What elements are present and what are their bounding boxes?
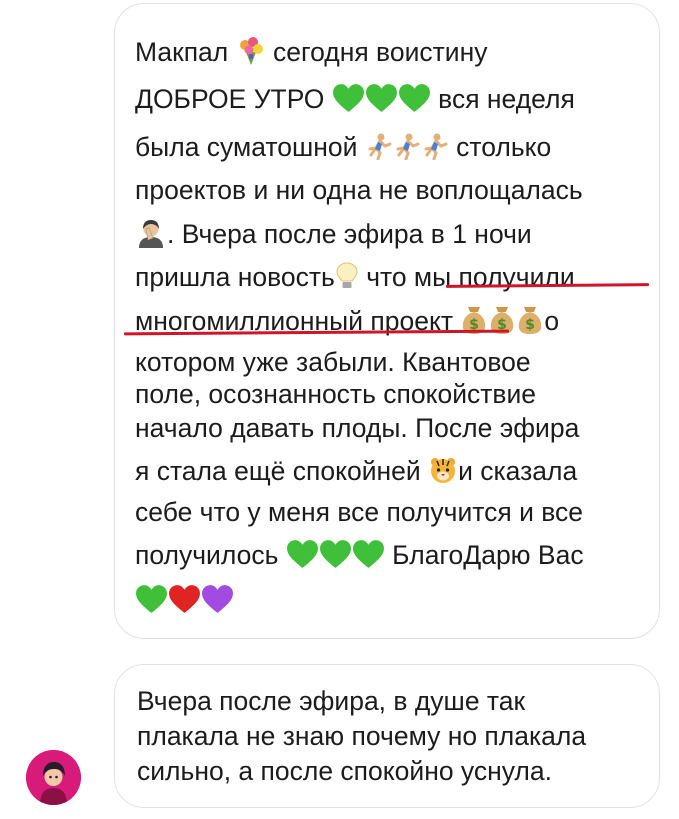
- message-text: вся неделя: [438, 84, 575, 114]
- purple-heart-icon: [201, 584, 234, 614]
- green-heart-icon: [319, 539, 352, 569]
- red-heart-icon: [168, 584, 201, 614]
- message-line: я стала ещё спокойней и сказала: [135, 455, 577, 488]
- message-text: сегодня воистину: [273, 37, 488, 67]
- runner-icon: [421, 132, 449, 160]
- message-text: была суматошной: [135, 132, 358, 162]
- message-text: . Вчера после эфира в 1 ночи: [167, 219, 532, 249]
- message-text: ДОБРОЕ УТРО: [135, 84, 325, 114]
- message-text: себе что у меня все получится и все: [135, 497, 584, 527]
- tiger-icon: [428, 455, 458, 485]
- message-text: начало давать плоды. После эфира: [135, 413, 580, 443]
- message-text: получилось: [135, 540, 279, 570]
- message-line: плакала не знаю почему но плакала: [137, 720, 586, 752]
- message-text: о: [544, 306, 560, 336]
- message-bubble-1[interactable]: Макпал сегодня воистину ДОБРОЕ УТРО вся …: [114, 3, 660, 639]
- message-line: . Вчера после эфира в 1 ночи: [135, 218, 532, 251]
- message-text: столько: [456, 132, 552, 162]
- message-text: и сказала: [458, 456, 578, 486]
- green-heart-icon: [286, 539, 319, 569]
- green-heart-icon: [398, 83, 431, 113]
- message-bubble-2[interactable]: Вчера после эфира, в душе так плакала не…: [114, 664, 660, 808]
- message-text: плакала не знаю почему но плакала: [137, 721, 587, 751]
- message-line: поле, осознанность спокойствие: [135, 378, 536, 410]
- green-heart-icon: [365, 83, 398, 113]
- message-text: Вчера после эфира, в душе так: [137, 686, 526, 716]
- facepalm-icon: [135, 218, 167, 248]
- message-line: пришла новость что мы получили: [135, 261, 575, 294]
- bouquet-icon: [236, 36, 266, 66]
- message-text: Макпал: [135, 37, 229, 67]
- message-text: поле, осознанность спокойствие: [135, 379, 537, 409]
- green-heart-icon: [352, 539, 385, 569]
- message-line: получилось БлагоДарю Вас: [135, 539, 584, 572]
- money-bag-icon: $: [516, 305, 544, 335]
- runner-icon: [393, 132, 421, 160]
- message-line: [135, 584, 234, 617]
- green-heart-icon: [332, 83, 365, 113]
- message-line: Вчера после эфира, в душе так: [137, 685, 525, 717]
- message-text: проектов и ни одна не воплощалась: [135, 175, 583, 205]
- message-line: ДОБРОЕ УТРО вся неделя: [135, 83, 575, 116]
- message-line: Макпал сегодня воистину: [135, 36, 487, 69]
- avatar-image: [26, 750, 81, 805]
- message-line: себе что у меня все получится и все: [135, 496, 583, 528]
- message-text: БлагоДарю Вас: [392, 540, 584, 570]
- user-avatar[interactable]: [26, 750, 81, 805]
- svg-text:$: $: [525, 317, 535, 333]
- message-line: начало давать плоды. После эфира: [135, 412, 579, 444]
- message-line: была суматошной столько: [135, 131, 551, 163]
- message-line: сильно, а после спокойно уснула.: [137, 755, 552, 787]
- message-line: котором уже забыли. Квантовое: [135, 346, 531, 378]
- message-line: проектов и ни одна не воплощалась: [135, 174, 583, 206]
- message-text: сильно, а после спокойно уснула.: [137, 756, 552, 786]
- runner-icon: [365, 132, 393, 160]
- message-text: котором уже забыли. Квантовое: [135, 347, 531, 377]
- message-text: я стала ещё спокойней: [135, 456, 421, 486]
- light-bulb-icon: [335, 261, 359, 291]
- green-heart-icon: [135, 584, 168, 614]
- message-text: пришла новость: [135, 262, 335, 292]
